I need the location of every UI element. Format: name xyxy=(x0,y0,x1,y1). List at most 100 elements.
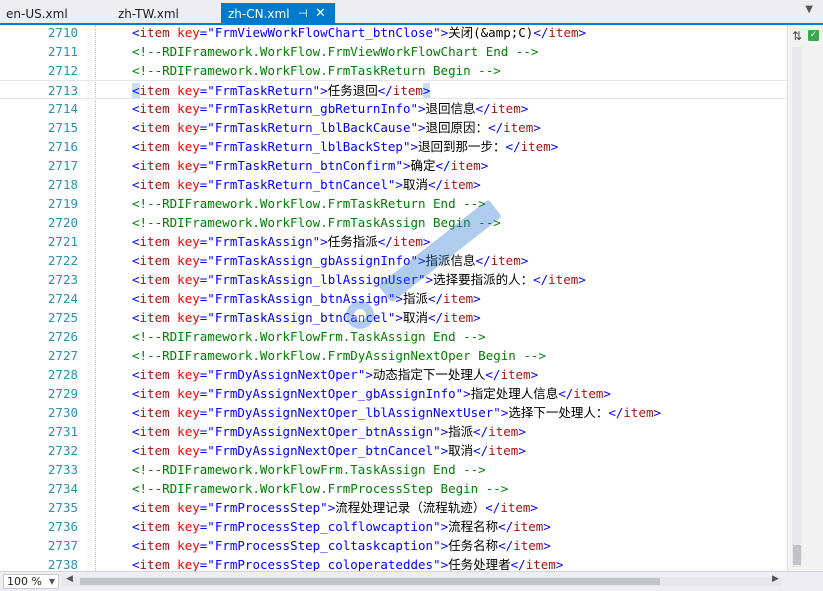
element-text: 选择要指派的人： xyxy=(433,272,534,287)
horizontal-scrollbar[interactable] xyxy=(62,577,782,586)
line-number: 2726 xyxy=(47,329,78,344)
attribute-name: key xyxy=(177,291,200,306)
end-tag-name: item xyxy=(503,120,534,135)
line-number: 2713 xyxy=(47,83,78,98)
close-icon[interactable]: ✕ xyxy=(315,3,326,25)
attribute-name: key xyxy=(177,158,200,173)
attribute-name: key xyxy=(177,557,200,571)
code-line[interactable]: 2723 <item key="FrmTaskAssign_lblAssignUs… xyxy=(0,270,787,289)
code-line[interactable]: 2710 <item key="FrmViewWorkFlowChart_btnC… xyxy=(0,25,787,42)
attribute-equals: =" xyxy=(199,234,215,249)
end-tag-name: item xyxy=(450,158,481,173)
xml-comment: <!--RDIFramework.WorkFlow.FrmTaskAssign … xyxy=(132,215,501,230)
element-text: 指派 xyxy=(448,424,474,439)
code-line[interactable]: 2728 <item key="FrmDyAssignNextOper">动态指定… xyxy=(0,365,787,384)
end-tag-name: item xyxy=(443,291,474,306)
pin-icon[interactable]: ⊣ xyxy=(298,3,308,25)
attribute-equals: =" xyxy=(199,424,215,439)
line-number: 2719 xyxy=(47,196,78,211)
tag-open-bracket: < xyxy=(132,519,140,534)
code-line-current[interactable]: 2713 <item key="FrmTaskReturn">任务退回</item… xyxy=(0,80,787,99)
attribute-name: key xyxy=(177,519,200,534)
code-text: <item key="FrmTaskAssign">任务指派</item> xyxy=(132,232,430,251)
check-icon: ✓ xyxy=(808,30,819,41)
code-line[interactable]: 2725 <item key="FrmTaskAssign_btnCancel">… xyxy=(0,308,787,327)
code-text: <item key="FrmDyAssignNextOper_btnAssign… xyxy=(132,422,526,441)
tag-name: item xyxy=(139,500,170,515)
code-text: <item key="FrmTaskReturn_lblBackStep">退回… xyxy=(132,137,558,156)
attribute-equals: =" xyxy=(199,139,215,154)
code-line[interactable]: 2720 <!--RDIFramework.WorkFlow.FrmTaskAss… xyxy=(0,213,787,232)
code-line[interactable]: 2715 <item key="FrmTaskReturn_lblBackCaus… xyxy=(0,118,787,137)
tag-open-bracket: < xyxy=(132,139,140,154)
end-tag-name: item xyxy=(392,234,423,249)
code-line[interactable]: 2731 <item key="FrmDyAssignNextOper_btnAs… xyxy=(0,422,787,441)
tag-open-bracket: < xyxy=(132,234,140,249)
code-line[interactable]: 2718 <item key="FrmTaskReturn_btnCancel">… xyxy=(0,175,787,194)
scroll-right-icon[interactable]: ▶ xyxy=(772,574,779,584)
tab-zh-cn[interactable]: zh-CN.xml ⊣ ✕ xyxy=(221,3,335,25)
code-line[interactable]: 2738 <item key="FrmProcessStep_coloperate… xyxy=(0,555,787,571)
split-icon[interactable]: ⇅ xyxy=(792,29,802,43)
code-line[interactable]: 2735 <item key="FrmProcessStep">流程处理记录（流程… xyxy=(0,498,787,517)
attribute-name: key xyxy=(177,386,200,401)
end-tag-close: > xyxy=(473,291,481,306)
vertical-scroll-thumb[interactable] xyxy=(793,545,801,565)
chevron-down-icon[interactable]: ▼ xyxy=(805,4,813,15)
horizontal-scroll-thumb[interactable] xyxy=(80,578,660,585)
code-line[interactable]: 2716 <item key="FrmTaskReturn_lblBackStep… xyxy=(0,137,787,156)
line-number: 2717 xyxy=(47,158,78,173)
element-text: 指派 xyxy=(402,291,428,306)
end-tag-name: item xyxy=(488,424,519,439)
code-editor[interactable]: 2710 <item key="FrmViewWorkFlowChart_btnC… xyxy=(0,25,787,571)
tag-close-bracket: "> xyxy=(387,291,403,306)
code-line[interactable]: 2712 <!--RDIFramework.WorkFlow.FrmTaskRet… xyxy=(0,61,787,80)
code-line[interactable]: 2734 <!--RDIFramework.WorkFlow.FrmProcess… xyxy=(0,479,787,498)
code-line[interactable]: 2714 <item key="FrmTaskReturn_gbReturnInf… xyxy=(0,99,787,118)
code-line[interactable]: 2719 <!--RDIFramework.WorkFlow.FrmTaskRet… xyxy=(0,194,787,213)
code-line[interactable]: 2727 <!--RDIFramework.WorkFlow.FrmDyAssig… xyxy=(0,346,787,365)
line-number: 2718 xyxy=(47,177,78,192)
end-tag-open: </ xyxy=(473,424,489,439)
scroll-left-icon[interactable]: ◀ xyxy=(66,574,73,584)
code-line[interactable]: 2726 <!--RDIFramework.WorkFlowFrm.TaskAss… xyxy=(0,327,787,346)
tag-name: item xyxy=(139,367,170,382)
attribute-name: key xyxy=(177,367,200,382)
code-line[interactable]: 2711 <!--RDIFramework.WorkFlow.FrmViewWor… xyxy=(0,42,787,61)
code-text: <!--RDIFramework.WorkFlow.FrmProcessStep… xyxy=(132,479,508,498)
tag-name: item xyxy=(139,101,170,116)
xml-comment: <!--RDIFramework.WorkFlowFrm.TaskAssign … xyxy=(132,329,486,344)
code-line[interactable]: 2730 <item key="FrmDyAssignNextOper_lblAs… xyxy=(0,403,787,422)
end-tag-name: item xyxy=(623,405,654,420)
tag-name: item xyxy=(139,120,170,135)
attribute-equals: =" xyxy=(199,538,215,553)
code-line[interactable]: 2733 <!--RDIFramework.WorkFlowFrm.TaskAss… xyxy=(0,460,787,479)
line-number: 2724 xyxy=(47,291,78,306)
tab-zh-cn-label: zh-CN.xml xyxy=(228,7,290,21)
end-tag-name: item xyxy=(392,83,423,98)
code-line[interactable]: 2721 <item key="FrmTaskAssign">任务指派</item… xyxy=(0,232,787,251)
line-number: 2728 xyxy=(47,367,78,382)
end-tag-name: item xyxy=(488,443,519,458)
tag-close-bracket: "> xyxy=(433,519,449,534)
tag-open-bracket: < xyxy=(132,443,140,458)
code-text: <item key="FrmTaskAssign_lblAssignUser">… xyxy=(132,270,586,289)
code-line[interactable]: 2717 <item key="FrmTaskReturn_btnConfirm"… xyxy=(0,156,787,175)
code-text: <item key="FrmProcessStep">流程处理记录（流程轨迹）<… xyxy=(132,498,538,517)
vertical-scrollbar[interactable] xyxy=(792,47,802,567)
code-text: <!--RDIFramework.WorkFlowFrm.TaskAssign … xyxy=(132,327,486,346)
zoom-select[interactable]: 100 % ▼ xyxy=(3,574,59,589)
code-text: <!--RDIFramework.WorkFlow.FrmViewWorkFlo… xyxy=(132,42,538,61)
code-line[interactable]: 2724 <item key="FrmTaskAssign_btnAssign">… xyxy=(0,289,787,308)
line-number: 2720 xyxy=(47,215,78,230)
code-line[interactable]: 2722 <item key="FrmTaskAssign_gbAssignInf… xyxy=(0,251,787,270)
end-tag-close: > xyxy=(603,386,611,401)
code-line[interactable]: 2732 <item key="FrmDyAssignNextOper_btnCa… xyxy=(0,441,787,460)
code-line[interactable]: 2729 <item key="FrmDyAssignNextOper_gbAss… xyxy=(0,384,787,403)
tab-zh-tw[interactable]: zh-TW.xml xyxy=(118,3,179,25)
code-line[interactable]: 2736 <item key="FrmProcessStep_colflowcap… xyxy=(0,517,787,536)
tab-en-us[interactable]: en-US.xml xyxy=(6,3,68,25)
attribute-equals: =" xyxy=(199,310,215,325)
code-line[interactable]: 2737 <item key="FrmProcessStep_coltaskcap… xyxy=(0,536,787,555)
end-tag-close: > xyxy=(518,424,526,439)
